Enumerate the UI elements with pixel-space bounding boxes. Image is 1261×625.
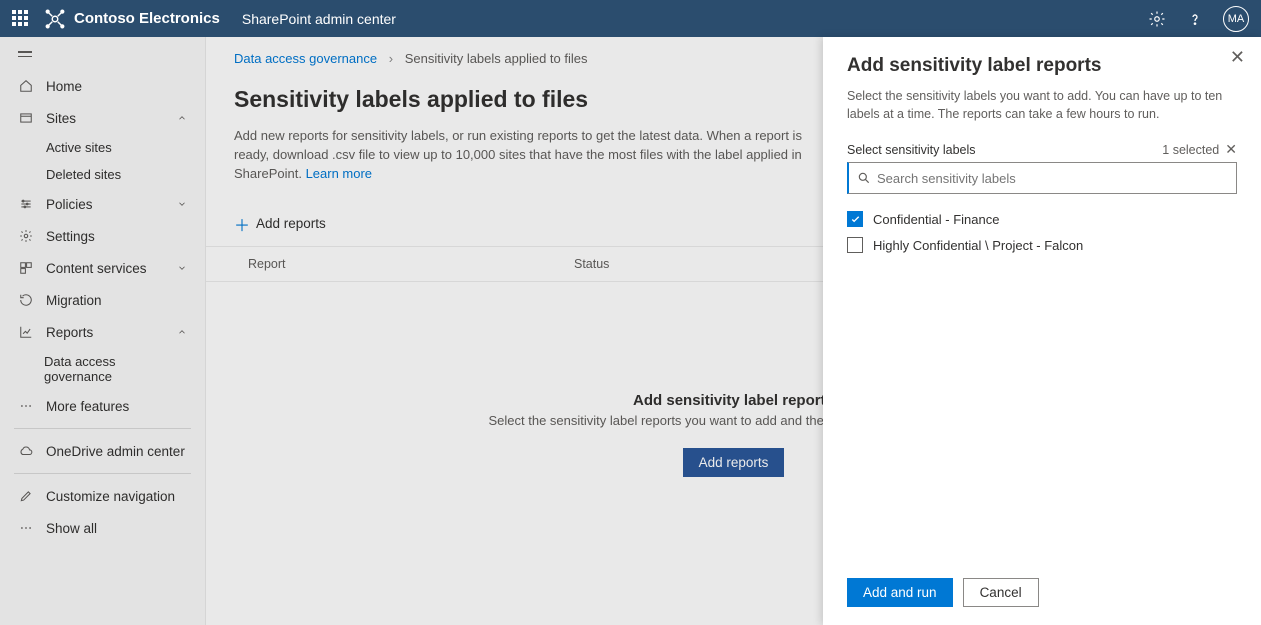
gear-icon (18, 228, 34, 244)
top-bar: Contoso Electronics SharePoint admin cen… (0, 0, 1261, 37)
label-option[interactable]: Highly Confidential \ Project - Falcon (847, 232, 1237, 258)
ellipsis-icon (18, 520, 34, 536)
nav-label: Home (46, 79, 82, 94)
panel-title: Add sensitivity label reports (847, 55, 1237, 77)
option-label: Confidential - Finance (873, 212, 999, 227)
nav-label: Sites (46, 111, 76, 126)
nav-label: OneDrive admin center (46, 444, 185, 459)
checkbox[interactable] (847, 211, 863, 227)
settings-gear-icon[interactable] (1147, 9, 1167, 29)
nav-customize[interactable]: Customize navigation (0, 480, 205, 512)
label-option[interactable]: Confidential - Finance (847, 206, 1237, 232)
add-reports-command[interactable]: ＋ Add reports (234, 212, 326, 236)
selected-count: 1 selected ✕ (1162, 141, 1237, 158)
nav-label: More features (46, 399, 129, 414)
chevron-down-icon (177, 263, 187, 273)
brand-logo-icon (44, 8, 66, 30)
page-description: Add new reports for sensitivity labels, … (206, 127, 846, 184)
nav-home[interactable]: Home (0, 70, 205, 102)
reports-icon (18, 324, 34, 340)
chevron-down-icon (177, 199, 187, 209)
breadcrumb-root[interactable]: Data access governance (234, 51, 377, 66)
side-panel: ✕ Add sensitivity label reports Select t… (823, 37, 1261, 625)
column-status[interactable]: Status (574, 257, 609, 271)
search-icon (857, 171, 871, 185)
more-icon (18, 398, 34, 414)
add-and-run-button[interactable]: Add and run (847, 578, 953, 607)
nav-content-services[interactable]: Content services (0, 252, 205, 284)
app-launcher-icon[interactable] (12, 10, 30, 28)
nav-onedrive-admin[interactable]: OneDrive admin center (0, 435, 205, 467)
nav-more-features[interactable]: More features (0, 390, 205, 422)
nav-migration[interactable]: Migration (0, 284, 205, 316)
clear-selection-icon[interactable]: ✕ (1225, 141, 1237, 158)
sites-icon (18, 110, 34, 126)
nav-label: Content services (46, 261, 147, 276)
chevron-up-icon (177, 113, 187, 123)
nav-label: Policies (46, 197, 93, 212)
checkbox[interactable] (847, 237, 863, 253)
divider (14, 473, 191, 474)
nav-collapse-icon[interactable] (0, 47, 205, 70)
nav-active-sites[interactable]: Active sites (0, 134, 205, 161)
migration-icon (18, 292, 34, 308)
brand-name[interactable]: Contoso Electronics (74, 10, 220, 27)
panel-description: Select the sensitivity labels you want t… (847, 87, 1237, 123)
nav-label: Migration (46, 293, 102, 308)
edit-icon (18, 488, 34, 504)
cancel-button[interactable]: Cancel (963, 578, 1039, 607)
user-avatar[interactable]: MA (1223, 6, 1249, 32)
content-services-icon (18, 260, 34, 276)
nav-label: Show all (46, 521, 97, 536)
selected-count-text: 1 selected (1162, 143, 1219, 157)
home-icon (18, 78, 34, 94)
cloud-icon (18, 443, 34, 459)
nav-sites[interactable]: Sites (0, 102, 205, 134)
left-nav: Home Sites Active sites Deleted sites Po… (0, 37, 206, 625)
chevron-up-icon (177, 327, 187, 337)
chevron-right-icon: › (389, 51, 393, 66)
nav-label: Customize navigation (46, 489, 175, 504)
option-label: Highly Confidential \ Project - Falcon (873, 238, 1083, 253)
learn-more-link[interactable]: Learn more (306, 166, 372, 181)
nav-policies[interactable]: Policies (0, 188, 205, 220)
column-report[interactable]: Report (234, 257, 574, 271)
nav-settings[interactable]: Settings (0, 220, 205, 252)
search-input-wrapper[interactable] (847, 162, 1237, 194)
nav-show-all[interactable]: Show all (0, 512, 205, 544)
options-list: Confidential - Finance Highly Confidentia… (847, 206, 1237, 258)
help-icon[interactable] (1185, 9, 1205, 29)
add-reports-button[interactable]: Add reports (683, 448, 785, 477)
nav-deleted-sites[interactable]: Deleted sites (0, 161, 205, 188)
divider (14, 428, 191, 429)
nav-label: Reports (46, 325, 93, 340)
search-input[interactable] (871, 171, 1228, 186)
plus-icon: ＋ (234, 212, 250, 236)
breadcrumb-current: Sensitivity labels applied to files (405, 51, 588, 66)
nav-data-access-governance[interactable]: Data access governance (0, 348, 205, 390)
nav-reports[interactable]: Reports (0, 316, 205, 348)
add-reports-label: Add reports (256, 216, 326, 231)
close-icon[interactable]: ✕ (1230, 47, 1245, 68)
nav-label: Settings (46, 229, 95, 244)
admin-center-title[interactable]: SharePoint admin center (242, 11, 396, 27)
policies-icon (18, 196, 34, 212)
field-label: Select sensitivity labels (847, 143, 976, 157)
